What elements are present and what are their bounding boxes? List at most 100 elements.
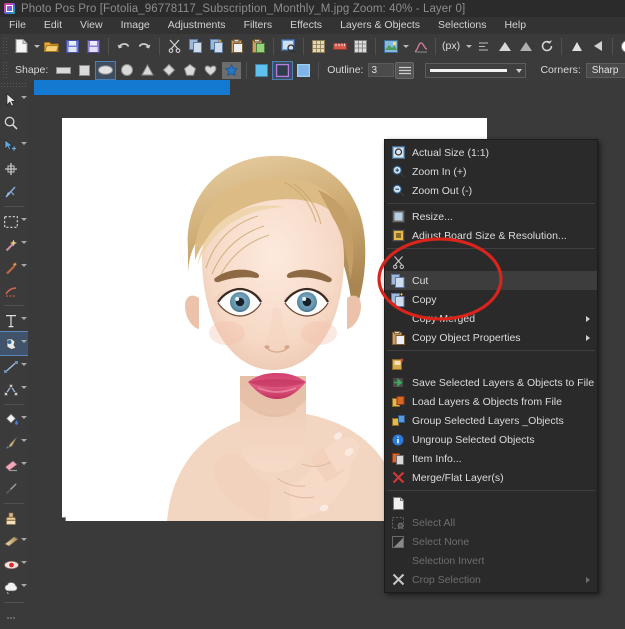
corners-selector[interactable]: Sharp bbox=[585, 62, 625, 78]
context-menu-item-group-layers[interactable]: Load Layers & Objects from File bbox=[385, 392, 597, 411]
chevron-down-icon[interactable] bbox=[21, 241, 27, 244]
table-icon[interactable] bbox=[351, 37, 370, 56]
grid-icon[interactable] bbox=[309, 37, 328, 56]
context-menu-item-adjust-board[interactable]: Adjust Board Size & Resolution... bbox=[385, 226, 597, 245]
menu-item-view[interactable]: View bbox=[71, 17, 112, 34]
image-effects-dropdown-icon[interactable] bbox=[401, 37, 410, 56]
menu-item-edit[interactable]: Edit bbox=[35, 17, 71, 34]
triangle-right-icon[interactable] bbox=[588, 37, 607, 56]
ruler-icon[interactable] bbox=[330, 37, 349, 56]
chevron-down-icon[interactable] bbox=[21, 340, 27, 343]
eyedropper-tool[interactable] bbox=[0, 477, 28, 500]
paste-icon[interactable] bbox=[228, 37, 247, 56]
redo-icon[interactable] bbox=[135, 37, 154, 56]
chevron-down-icon[interactable] bbox=[21, 317, 27, 320]
rectangular-marquee-tool[interactable] bbox=[0, 210, 28, 233]
menu-item-filters[interactable]: Filters bbox=[235, 17, 282, 34]
toolbar-grip[interactable] bbox=[2, 37, 9, 55]
layer-title-bar[interactable] bbox=[34, 80, 230, 95]
vector-node-tool[interactable] bbox=[0, 378, 28, 401]
canvas-handle-bottom-left[interactable] bbox=[62, 517, 66, 521]
smudge-tool[interactable] bbox=[0, 576, 28, 599]
chevron-down-icon[interactable] bbox=[21, 462, 27, 465]
brush-tool[interactable] bbox=[0, 431, 28, 454]
gradient-down-icon[interactable] bbox=[516, 37, 535, 56]
rotate-icon[interactable] bbox=[537, 37, 556, 56]
undo-icon[interactable] bbox=[114, 37, 133, 56]
image-effects-icon[interactable] bbox=[381, 37, 400, 56]
gradient-up-icon[interactable] bbox=[495, 37, 514, 56]
context-menu-item-select-all[interactable] bbox=[385, 494, 597, 513]
menu-item-help[interactable]: Help bbox=[495, 17, 535, 34]
menu-item-file[interactable]: File bbox=[0, 17, 35, 34]
chevron-down-icon[interactable] bbox=[21, 439, 27, 442]
cut-icon[interactable] bbox=[165, 37, 184, 56]
menu-item-selections[interactable]: Selections bbox=[429, 17, 495, 34]
options-toolbar-grip[interactable] bbox=[2, 61, 9, 79]
rectangle-wide-shape-icon[interactable] bbox=[54, 62, 73, 79]
path-tool[interactable] bbox=[0, 180, 28, 203]
zoom-tool[interactable] bbox=[0, 111, 28, 134]
copy-merged-icon[interactable] bbox=[207, 37, 226, 56]
context-menu-item-resize[interactable]: Resize... bbox=[385, 207, 597, 226]
curves-icon[interactable] bbox=[411, 37, 430, 56]
chevron-down-icon[interactable] bbox=[21, 363, 27, 366]
move-tool[interactable] bbox=[0, 157, 28, 180]
context-menu[interactable]: Actual Size (1:1) Zoom In (+) Zoom Out (… bbox=[384, 139, 598, 593]
copy-icon[interactable] bbox=[186, 37, 205, 56]
ellipse-shape-icon[interactable] bbox=[95, 60, 117, 80]
context-menu-item-save-selected-layers[interactable] bbox=[385, 354, 597, 373]
chevron-down-icon[interactable] bbox=[21, 386, 27, 389]
context-menu-item-item-info[interactable]: Ungroup Selected Objects bbox=[385, 430, 597, 449]
context-menu-item-load-layers[interactable]: Save Selected Layers & Objects to File bbox=[385, 373, 597, 392]
refine-selection-tool[interactable] bbox=[0, 279, 28, 302]
context-menu-item-zoom-out[interactable]: Zoom Out (-) bbox=[385, 181, 597, 200]
clone-stamp-tool[interactable] bbox=[0, 507, 28, 530]
context-menu-item-copy-merged[interactable]: Copy bbox=[385, 290, 597, 309]
line-tool[interactable] bbox=[0, 355, 28, 378]
context-menu-item-merge-flat-layers[interactable]: Item Info... bbox=[385, 449, 597, 468]
magic-wand-tool[interactable] bbox=[0, 233, 28, 256]
context-menu-item-actual-size[interactable]: Actual Size (1:1) bbox=[385, 143, 597, 162]
outline-preset-icon[interactable] bbox=[395, 61, 415, 79]
context-menu-item-copy-object-properties[interactable]: Copy Merged bbox=[385, 309, 597, 328]
line-style-selector[interactable] bbox=[425, 62, 527, 78]
text-tool[interactable] bbox=[0, 309, 28, 332]
fill-outline-mode-icon[interactable] bbox=[272, 60, 294, 80]
square-shape-icon[interactable] bbox=[75, 62, 94, 79]
more-tools[interactable] bbox=[0, 606, 28, 629]
fill-both-mode-icon[interactable] bbox=[294, 62, 313, 79]
paint-bucket-tool[interactable] bbox=[0, 408, 28, 431]
chevron-down-icon[interactable] bbox=[21, 218, 27, 221]
chevron-down-icon[interactable] bbox=[21, 264, 27, 267]
chevron-down-icon[interactable] bbox=[21, 584, 27, 587]
circle-shape-icon[interactable] bbox=[117, 62, 136, 79]
object-select-tool[interactable] bbox=[0, 134, 28, 157]
context-menu-item-cut[interactable] bbox=[385, 252, 597, 271]
menu-item-image[interactable]: Image bbox=[112, 17, 159, 34]
lasso-tool[interactable] bbox=[0, 256, 28, 279]
menu-item-effects[interactable]: Effects bbox=[281, 17, 331, 34]
diamond-shape-icon[interactable] bbox=[159, 62, 178, 79]
star-shape-icon[interactable] bbox=[222, 61, 242, 79]
context-menu-item-ungroup-objects[interactable]: Group Selected Layers _Objects bbox=[385, 411, 597, 430]
print-preview-icon[interactable] bbox=[279, 37, 298, 56]
save-as-icon[interactable] bbox=[84, 37, 103, 56]
contrast-icon[interactable] bbox=[618, 37, 625, 56]
open-file-icon[interactable] bbox=[42, 37, 61, 56]
menu-item-layers-objects[interactable]: Layers & Objects bbox=[331, 17, 429, 34]
chevron-down-icon[interactable] bbox=[21, 416, 27, 419]
triangle-left-icon[interactable] bbox=[567, 37, 586, 56]
pointer-tool[interactable] bbox=[0, 88, 28, 111]
shape-tool[interactable] bbox=[0, 331, 29, 356]
red-eye-tool[interactable] bbox=[0, 553, 28, 576]
chevron-down-icon[interactable] bbox=[21, 142, 27, 145]
save-icon[interactable] bbox=[63, 37, 82, 56]
gradient-tool[interactable] bbox=[0, 530, 28, 553]
context-menu-item-delete-selected-layers[interactable]: Merge/Flat Layer(s) bbox=[385, 468, 597, 487]
eraser-tool[interactable] bbox=[0, 454, 28, 477]
context-menu-item-paste[interactable]: Copy Object Properties bbox=[385, 328, 597, 347]
new-file-icon[interactable] bbox=[12, 37, 31, 56]
chevron-down-icon[interactable] bbox=[21, 538, 27, 541]
paste-special-icon[interactable] bbox=[249, 37, 268, 56]
